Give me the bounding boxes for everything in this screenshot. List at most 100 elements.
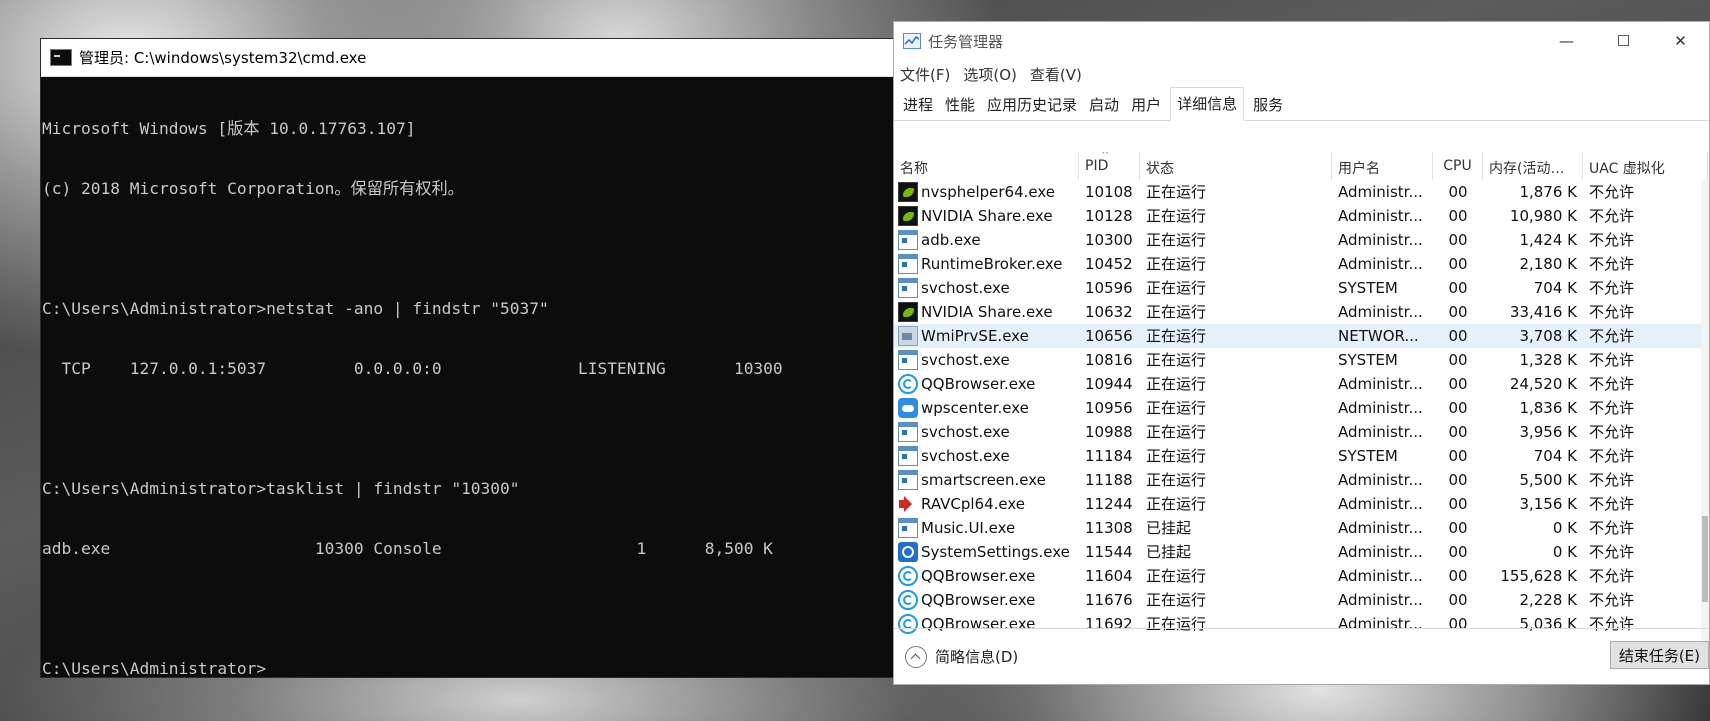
task-manager-icon [903,33,921,49]
process-name-cell: SystemSettings.exe [894,540,1079,564]
uac-cell: 不允许 [1589,231,1635,249]
username-cell: Administr... [1338,375,1423,393]
process-name-cell: QQBrowser.exe [894,564,1079,588]
menu-bar: 文件(F) 选项(O) 查看(V) [894,60,1709,88]
end-task-button[interactable]: 结束任务(E) [1609,641,1709,669]
process-name-cell: RuntimeBroker.exe [894,252,1079,276]
memory-cell: 2,228 K [1519,591,1577,609]
status-cell: 正在运行 [1146,375,1207,393]
table-row[interactable]: wpscenter.exe 10956 正在运行 Administr... 00 1,83… [894,396,1709,420]
cpu-cell: 00 [1448,279,1468,297]
process-name-cell: smartscreen.exe [894,468,1079,492]
cmd-console-output[interactable]: Microsoft Windows [版本 10.0.17763.107] (c… [41,77,893,719]
pid-cell: 11604 [1085,567,1133,585]
menu-file[interactable]: 文件(F) [900,64,950,85]
uac-cell: 不允许 [1589,303,1635,321]
tab-services[interactable]: 服务 [1250,94,1286,120]
tab-details[interactable]: 详细信息 [1170,87,1245,121]
column-header-name[interactable]: 名称 [894,152,1079,180]
cpu-cell: 00 [1448,231,1468,249]
status-cell: 正在运行 [1146,183,1207,201]
process-name: svchost.exe [921,279,1010,297]
column-header-pid[interactable]: ^ PID [1079,152,1140,180]
cmd-window: 管理员: C:\windows\system32\cmd.exe Microso… [41,39,893,678]
table-row[interactable]: QQBrowser.exe 11676 正在运行 Administr... 00 2,22… [894,588,1709,612]
column-header-cpu[interactable]: CPU [1433,152,1483,180]
menu-view[interactable]: 查看(V) [1030,64,1082,85]
pid-cell: 10128 [1085,207,1133,225]
cmd-title: 管理员: C:\windows\system32\cmd.exe [79,49,367,67]
table-row[interactable]: svchost.exe 11184 正在运行 SYSTEM 00 704 K 不允许 [894,444,1709,468]
uac-cell: 不允许 [1589,207,1635,225]
column-header-username[interactable]: 用户名 [1332,152,1433,180]
pid-cell: 11308 [1085,519,1133,537]
status-cell: 已挂起 [1146,543,1192,561]
status-cell: 正在运行 [1146,303,1207,321]
pid-cell: 11184 [1085,447,1133,465]
table-row[interactable]: RAVCpl64.exe 11244 正在运行 Administr... 00 3,156… [894,492,1709,516]
cpu-cell: 00 [1448,183,1468,201]
tab-users[interactable]: 用户 [1128,94,1164,120]
pid-cell: 10956 [1085,399,1133,417]
taskmgr-titlebar[interactable]: 任务管理器 — ☐ ✕ [894,22,1709,60]
table-row[interactable]: WmiPrvSE.exe 10656 正在运行 NETWOR... 00 3,708 K 不… [894,324,1709,348]
maximize-button[interactable]: ☐ [1595,22,1652,60]
table-row[interactable]: nvsphelper64.exe 10108 正在运行 Administr... 00 1… [894,180,1709,204]
table-row[interactable]: NVIDIA Share.exe 10128 正在运行 Administr... 00 1… [894,204,1709,228]
memory-cell: 0 K [1552,543,1577,561]
process-name-cell: svchost.exe [894,276,1079,300]
table-row[interactable]: SystemSettings.exe 11544 已挂起 Administr... 00… [894,540,1709,564]
status-cell: 已挂起 [1146,519,1192,537]
minimize-button[interactable]: — [1538,22,1595,60]
process-name: QQBrowser.exe [921,567,1036,585]
column-header-memory[interactable]: 内存(活动… [1483,152,1583,180]
uac-cell: 不允许 [1589,567,1635,585]
generic-icon [898,278,918,298]
process-name-cell: nvsphelper64.exe [894,180,1079,204]
column-header-status[interactable]: 状态 [1140,152,1332,180]
memory-cell: 1,876 K [1519,183,1577,201]
table-row[interactable]: adb.exe 10300 正在运行 Administr... 00 1,424 K 不允许 [894,228,1709,252]
process-name-cell: wpscenter.exe [894,396,1079,420]
table-row[interactable]: svchost.exe 10596 正在运行 SYSTEM 00 704 K 不允许 [894,276,1709,300]
uac-cell: 不允许 [1589,327,1635,345]
scrollbar-thumb[interactable] [1702,516,1708,602]
vertical-scrollbar[interactable] [1701,180,1709,646]
cmd-titlebar[interactable]: 管理员: C:\windows\system32\cmd.exe [41,39,893,77]
column-header-uac[interactable]: UAC 虚拟化 [1583,152,1708,180]
table-row[interactable]: svchost.exe 10816 正在运行 SYSTEM 00 1,328 K 不允许 [894,348,1709,372]
tab-startup[interactable]: 启动 [1086,94,1122,120]
process-name: adb.exe [921,231,981,249]
pid-cell: 11676 [1085,591,1133,609]
table-row[interactable]: RuntimeBroker.exe 10452 正在运行 Administr... 00… [894,252,1709,276]
console-prompt[interactable]: C:\Users\Administrator> [42,659,893,679]
gear-icon [898,542,918,562]
tab-processes[interactable]: 进程 [900,94,936,120]
table-row[interactable]: svchost.exe 10988 正在运行 Administr... 00 3,956 … [894,420,1709,444]
table-header: 名称 ^ PID 状态 用户名 CPU 内存(活动… UAC 虚拟化 [894,152,1709,180]
console-line: C:\Users\Administrator>netstat -ano | fi… [42,299,549,318]
username-cell: SYSTEM [1338,351,1398,369]
tab-app-history[interactable]: 应用历史记录 [984,94,1080,120]
menu-options[interactable]: 选项(O) [963,64,1017,85]
memory-cell: 704 K [1533,447,1577,465]
fewer-details-button[interactable]: 简略信息(D) [905,645,1018,668]
nvidia-icon [898,302,918,322]
table-row[interactable]: Music.UI.exe 11308 已挂起 Administr... 00 0 K 不允许 [894,516,1709,540]
uac-cell: 不允许 [1589,375,1635,393]
status-cell: 正在运行 [1146,495,1207,513]
table-row[interactable]: QQBrowser.exe 11604 正在运行 Administr... 00 155,… [894,564,1709,588]
details-table: 名称 ^ PID 状态 用户名 CPU 内存(活动… UAC 虚拟化 nvsph… [894,152,1709,646]
username-cell: Administr... [1338,591,1423,609]
process-name: SystemSettings.exe [921,543,1070,561]
table-row[interactable]: NVIDIA Share.exe 10632 正在运行 Administr... 00 3… [894,300,1709,324]
cpu-cell: 00 [1448,519,1468,537]
cpu-cell: 00 [1448,567,1468,585]
tab-performance[interactable]: 性能 [942,94,978,120]
close-button[interactable]: ✕ [1652,22,1709,60]
tab-bar: 进程 性能 应用历史记录 启动 用户 详细信息 服务 [894,87,1709,121]
table-row[interactable]: smartscreen.exe 11188 正在运行 Administr... 00 5,… [894,468,1709,492]
cpu-cell: 00 [1448,591,1468,609]
table-row[interactable]: QQBrowser.exe 10944 正在运行 Administr... 00 24,5… [894,372,1709,396]
